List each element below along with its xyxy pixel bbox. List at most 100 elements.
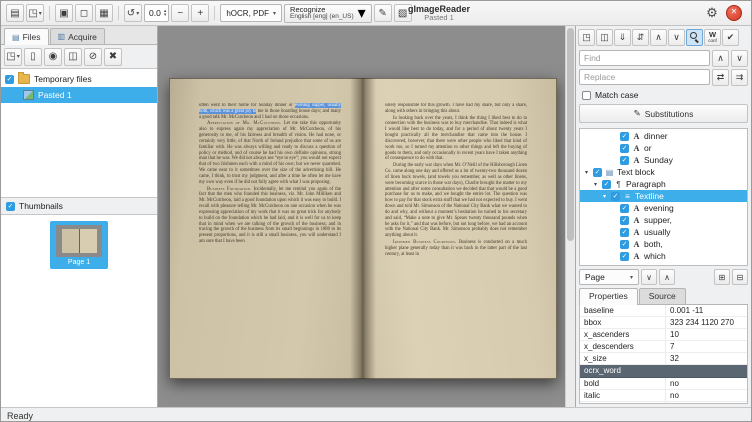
tab-properties[interactable]: Properties: [579, 288, 638, 305]
manual-ocr-button[interactable]: ✎: [374, 4, 392, 22]
close-button[interactable]: ✕: [726, 5, 742, 21]
replace-button[interactable]: ⇄: [712, 69, 729, 86]
settings-button[interactable]: ⚙: [702, 3, 722, 23]
property-section-ocrx_word[interactable]: ocrx_word: [580, 365, 747, 378]
zoom-in-button[interactable]: +: [191, 4, 209, 22]
hocr-item-text-block[interactable]: ▾✓▤Text block: [580, 166, 747, 178]
recognize-button[interactable]: Recognize English [eng] (en_US) ▾: [284, 4, 372, 23]
hocr-item-supper-[interactable]: ✓Asupper,: [580, 214, 747, 226]
thumbnail-page-1[interactable]: Page 1: [50, 221, 108, 269]
item-checkbox[interactable]: ✓: [611, 192, 620, 201]
hocr-item-evening[interactable]: ✓Aevening: [580, 202, 747, 214]
find-input[interactable]: [579, 50, 710, 66]
item-checkbox[interactable]: ✓: [620, 228, 629, 237]
autolayout-button[interactable]: ▦: [95, 4, 113, 22]
item-checkbox[interactable]: ✓: [620, 252, 629, 261]
tree-item-temporary-files[interactable]: ✓ Temporary files: [1, 71, 157, 87]
property-row-italic[interactable]: italicno: [580, 390, 747, 402]
open-hocr-button[interactable]: ◳: [578, 29, 595, 46]
thumbnails-checkbox[interactable]: ✓: [6, 202, 15, 211]
tab-source[interactable]: Source: [639, 288, 686, 304]
item-checkbox[interactable]: ✓: [620, 240, 629, 249]
screenshot-button[interactable]: ◉: [44, 48, 62, 66]
item-checkbox[interactable]: ✓: [593, 168, 602, 177]
tree-item-pasted-1[interactable]: Pasted 1: [1, 87, 157, 103]
document-canvas[interactable]: often went to their home for Sunday dinn…: [158, 26, 575, 407]
wconf-button[interactable]: W conf: [704, 29, 721, 46]
spinner-arrows-icon[interactable]: ▴▾: [164, 9, 167, 17]
property-value[interactable]: 32: [666, 353, 747, 364]
prev-item-button[interactable]: ∧: [650, 29, 667, 46]
book-page-left[interactable]: often went to their home for Sunday dinn…: [169, 78, 363, 379]
property-value[interactable]: 7: [666, 341, 747, 352]
delete-image-button[interactable]: ⊘: [84, 48, 102, 66]
replace-all-button[interactable]: ⇉: [731, 69, 748, 86]
property-value[interactable]: en_US: [666, 402, 747, 404]
expand-all-button[interactable]: ⊞: [714, 269, 730, 285]
property-row-bold[interactable]: boldno: [580, 378, 747, 390]
property-value[interactable]: no: [666, 378, 747, 389]
zoom-out-button[interactable]: −: [171, 4, 189, 22]
property-row-bbox[interactable]: bbox323 234 1120 270: [580, 317, 747, 329]
hocr-item-or[interactable]: ✓Aor: [580, 142, 747, 154]
navigation-settings-button[interactable]: ⇵: [632, 29, 649, 46]
save-hocr-button[interactable]: ◫: [596, 29, 613, 46]
hocr-item-sunday[interactable]: ✓ASunday: [580, 154, 747, 166]
scanned-book[interactable]: often went to their home for Sunday dinn…: [169, 78, 557, 379]
property-value[interactable]: 10: [666, 329, 747, 340]
item-checkbox[interactable]: ✓: [602, 180, 611, 189]
property-value[interactable]: 0.001 -11: [666, 305, 747, 316]
substitutions-button[interactable]: ✎ Substitutions: [579, 104, 748, 123]
rotation-spinbox[interactable]: 0.0 ▴▾: [144, 4, 169, 22]
book-page-right[interactable]: solely responsible for this growth. I ha…: [363, 78, 557, 379]
expander-icon[interactable]: ▾: [592, 181, 599, 188]
find-next-button[interactable]: ∨: [731, 50, 748, 67]
expander-icon[interactable]: ▾: [583, 169, 590, 176]
hocr-item-textline[interactable]: ▾✓≡Textline: [580, 190, 747, 202]
next-item-button[interactable]: ∨: [668, 29, 685, 46]
item-checkbox[interactable]: ✓: [620, 156, 629, 165]
collapse-all-button[interactable]: ⊟: [732, 269, 748, 285]
paste-button[interactable]: ▯: [24, 48, 42, 66]
canvas-scrollbar[interactable]: [565, 26, 575, 407]
nav-prev-button[interactable]: ∧: [659, 269, 675, 285]
find-replace-button[interactable]: [686, 29, 703, 46]
item-checkbox[interactable]: ✓: [620, 216, 629, 225]
rotate-button[interactable]: ↺▾: [124, 4, 142, 22]
hocr-item-dinner[interactable]: ✓Adinner: [580, 130, 747, 142]
property-value[interactable]: 323 234 1120 270: [666, 317, 747, 328]
nav-next-button[interactable]: ∨: [641, 269, 657, 285]
clear-images-button[interactable]: ✖: [104, 48, 122, 66]
tab-acquire[interactable]: ▥Acquire: [50, 28, 105, 44]
expander-icon[interactable]: ▾: [601, 193, 608, 200]
zoom-fit-button[interactable]: ▣: [55, 4, 73, 22]
item-checkbox[interactable]: ✓: [620, 132, 629, 141]
property-row-x_ascenders[interactable]: x_ascenders10: [580, 329, 747, 341]
item-checkbox[interactable]: ✓: [620, 204, 629, 213]
output-pane-button[interactable]: ▧: [394, 4, 412, 22]
scrollbar-thumb[interactable]: [567, 28, 574, 241]
property-row-x_descenders[interactable]: x_descenders7: [580, 341, 747, 353]
ocr-selection-highlight[interactable]: evening supper, usually both, which was …: [199, 103, 341, 114]
match-case-checkbox[interactable]: [582, 91, 591, 100]
spellcheck-button[interactable]: ✔: [722, 29, 739, 46]
open-button[interactable]: ◳▾: [26, 4, 44, 22]
property-row-lang[interactable]: langen_US: [580, 402, 747, 404]
hocr-item-both-[interactable]: ✓Aboth,: [580, 238, 747, 250]
replace-input[interactable]: [579, 69, 710, 85]
open-images-button[interactable]: ◳▾: [4, 48, 22, 66]
item-checkbox[interactable]: ✓: [620, 144, 629, 153]
zoom-original-button[interactable]: ◻: [75, 4, 93, 22]
hocr-item-usually[interactable]: ✓Ausually: [580, 226, 747, 238]
find-prev-button[interactable]: ∧: [712, 50, 729, 67]
property-value[interactable]: no: [666, 390, 747, 401]
ocr-mode-combo[interactable]: hOCR, PDF▾: [220, 4, 282, 22]
property-row-x_size[interactable]: x_size32: [580, 353, 747, 365]
export-button[interactable]: ⇓: [614, 29, 631, 46]
hocr-item-which[interactable]: ✓Awhich: [580, 250, 747, 262]
property-row-baseline[interactable]: baseline0.001 -11: [580, 305, 747, 317]
tab-files[interactable]: ▤Files: [4, 28, 49, 45]
checkbox-checked[interactable]: ✓: [5, 75, 14, 84]
hocr-item-paragraph[interactable]: ▾✓¶Paragraph: [580, 178, 747, 190]
pages-button[interactable]: ▤: [6, 4, 24, 22]
